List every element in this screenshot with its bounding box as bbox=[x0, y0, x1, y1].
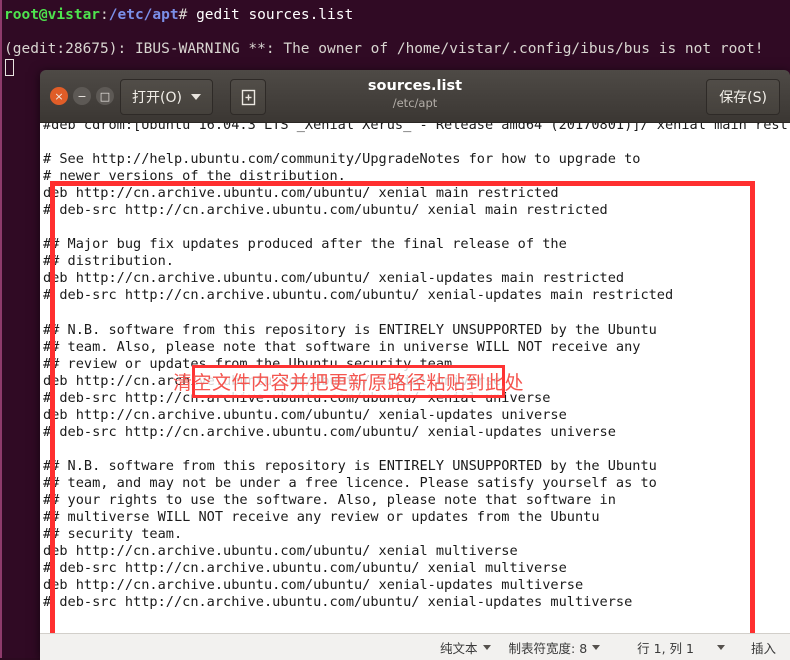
terminal-user-host: root@vistar bbox=[4, 7, 101, 23]
document-line: ## Major bug fix updates produced after … bbox=[43, 236, 567, 253]
document-line bbox=[40, 134, 790, 151]
maximize-icon[interactable]: □ bbox=[96, 87, 114, 105]
close-icon[interactable]: × bbox=[50, 87, 68, 105]
status-tabwidth-label: 制表符宽度: 8 bbox=[508, 640, 588, 656]
document-line: deb http://cn.archive.ubuntu.com/ubuntu/… bbox=[43, 406, 567, 423]
document-line: # deb-src http://cn.archive.ubuntu.com/u… bbox=[43, 594, 633, 611]
document-line: # deb-src http://cn.archive.ubuntu.com/u… bbox=[43, 202, 608, 219]
save-button-label: 保存(S) bbox=[719, 90, 767, 106]
document-line bbox=[40, 441, 790, 458]
window-controls: × − □ bbox=[50, 87, 114, 105]
minimize-icon[interactable]: − bbox=[73, 87, 91, 105]
document-line: # newer versions of the distribution. bbox=[43, 168, 346, 185]
terminal-warning-line: (gedit:28675): IBUS-WARNING **: The owne… bbox=[4, 41, 764, 57]
document-line: # See http://help.ubuntu.com/community/U… bbox=[43, 151, 641, 168]
document-line: # deb-src http://cn.archive.ubuntu.com/u… bbox=[43, 423, 616, 440]
document-line bbox=[40, 219, 790, 236]
open-button-label: 打开(O) bbox=[132, 90, 182, 106]
document-line: deb http://cn.archive.ubuntu.com/ubuntu/… bbox=[43, 185, 559, 202]
new-document-button[interactable] bbox=[230, 79, 266, 115]
document-line: #deb cdrom:[Ubuntu 16.04.3 LTS _Xenial X… bbox=[43, 123, 790, 133]
terminal-prompt-symbol: # bbox=[178, 7, 197, 23]
status-bar: 纯文本 制表符宽度: 8 行 1, 列 1 插入 bbox=[40, 633, 790, 660]
chevron-down-icon bbox=[482, 644, 491, 650]
document-line: deb http://cn.archive.ubuntu.com/ubuntu/… bbox=[43, 270, 625, 287]
terminal-cwd: /etc/apt bbox=[108, 7, 179, 23]
terminal-cursor bbox=[5, 59, 14, 76]
status-filetype-selector[interactable]: 纯文本 bbox=[431, 638, 500, 657]
chevron-down-icon bbox=[592, 644, 601, 650]
terminal-left-stripe bbox=[0, 0, 2, 658]
chevron-down-icon[interactable] bbox=[716, 644, 725, 650]
save-button[interactable]: 保存(S) bbox=[706, 79, 780, 115]
status-cursor-position: 行 1, 列 1 bbox=[609, 638, 741, 657]
document-line: # deb-src http://cn.archive.ubuntu.com/u… bbox=[43, 287, 674, 304]
document-line: ## N.B. software from this repository is… bbox=[43, 321, 657, 338]
document-line: ## team, and may not be under a free lic… bbox=[43, 474, 657, 491]
terminal-command: gedit sources.list bbox=[196, 7, 354, 23]
status-filetype-label: 纯文本 bbox=[440, 640, 478, 656]
document-line: deb http://cn.archive.ubuntu.com/ubuntu/… bbox=[43, 543, 518, 560]
document-line: ## team. Also, please note that software… bbox=[43, 338, 641, 355]
document-line: ## your rights to use the software. Also… bbox=[43, 492, 616, 509]
gedit-titlebar[interactable]: × − □ 打开(O) sources.list /etc/apt 保存(S) bbox=[40, 70, 790, 123]
terminal-colon: : bbox=[100, 7, 109, 23]
status-insert-label: 插入 bbox=[750, 640, 776, 656]
status-position-label: 行 1, 列 1 bbox=[637, 640, 694, 656]
document-line: ## N.B. software from this repository is… bbox=[43, 457, 657, 474]
status-insert-mode: 插入 bbox=[741, 638, 778, 657]
editor-area[interactable]: #deb cdrom:[Ubuntu 16.04.3 LTS _Xenial X… bbox=[40, 123, 790, 633]
document-line: ## distribution. bbox=[43, 253, 174, 270]
document-line: deb http://cn.archive.ubuntu.com/ubuntu/… bbox=[43, 577, 584, 594]
document-line bbox=[40, 305, 790, 322]
annotation-label: 清空文件内容并把更新原路径粘贴到此处 bbox=[173, 372, 525, 394]
document-line: ## multiverse WILL NOT receive any revie… bbox=[43, 509, 600, 526]
status-tabwidth-selector[interactable]: 制表符宽度: 8 bbox=[500, 638, 610, 657]
terminal-prompt-line: root@vistar:/etc/apt# gedit sources.list bbox=[4, 6, 353, 24]
document-line: ## security team. bbox=[43, 526, 183, 543]
new-document-icon bbox=[241, 89, 255, 105]
gedit-window[interactable]: × − □ 打开(O) sources.list /etc/apt 保存(S) … bbox=[40, 70, 790, 660]
open-button[interactable]: 打开(O) bbox=[120, 79, 213, 115]
annotation-badge: 清空文件内容并把更新原路径粘贴到此处 bbox=[173, 365, 524, 398]
document-line: # deb-src http://cn.archive.ubuntu.com/u… bbox=[43, 560, 567, 577]
chevron-down-icon bbox=[190, 94, 201, 100]
